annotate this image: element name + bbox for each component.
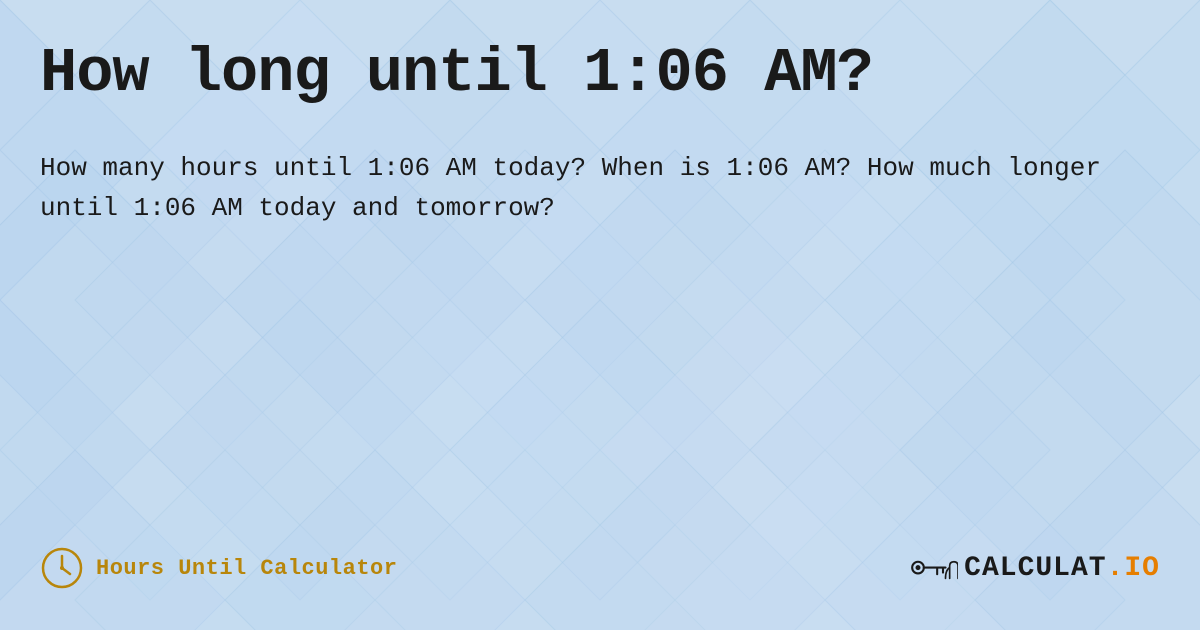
brand-icon [908,549,958,587]
brand-logo: CALCULAT.IO [908,549,1160,587]
clock-icon [40,546,84,590]
calculator-label: Hours Until Calculator [96,556,397,581]
page-description: How many hours until 1:06 AM today? When… [40,148,1140,229]
brand-accent: .IO [1107,553,1160,584]
page-footer: Hours Until Calculator CALCULAT.IO [40,546,1160,600]
page-title: How long until 1:06 AM? [40,40,1160,108]
hours-calculator-branding: Hours Until Calculator [40,546,397,590]
brand-name: CALCULAT.IO [964,553,1160,584]
